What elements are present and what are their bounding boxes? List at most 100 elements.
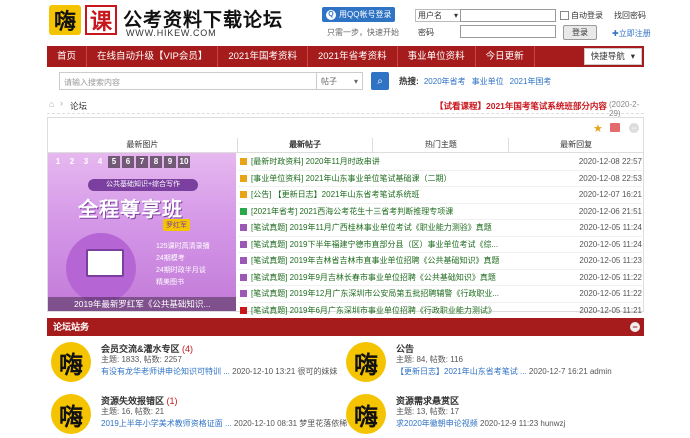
post-row[interactable]: [笔试真题] 2019下半年福建宁德市直部分县（区）事业单位考试《综... 202… [238,237,642,253]
post-date: 2020-12-05 11:24 [579,223,642,233]
nav-item-provincial-exam[interactable]: 2021年省考资料 [308,46,398,67]
promo-pager-item[interactable]: 5 [108,156,120,168]
hot-search-item[interactable]: 事业单位 [472,76,504,87]
promo-pager-item[interactable]: 6 [122,156,134,168]
forum-item[interactable]: 嗨资源需求悬赏区 主题: 13, 帖数: 17 求2020年徽朝申论视频 2020… [342,390,632,438]
post-date: 2020-12-08 22:57 [578,157,642,167]
promo-pager-item[interactable]: 7 [136,156,148,168]
promo-pager-item[interactable]: 10 [178,156,190,168]
post-title[interactable]: [笔试真题] 2019年12月广东深圳市公安局第五批招聘辅警《行政职业... [251,288,578,299]
post-title[interactable]: [笔试真题] 2019下半年福建宁德市直部分县（区）事业单位考试《综... [251,239,578,250]
promo-caption[interactable]: 2019年最新罗红军《公共基础知识... [48,297,236,311]
post-title[interactable]: [2021年省考] 2021西海公考花生十三省考判断推理专项课 [251,206,578,217]
nav-item-home[interactable]: 首页 [47,46,88,67]
post-title[interactable]: [笔试真题] 2019年9月吉林长春市事业单位招聘《公共基础知识》真题 [251,272,578,283]
promo-pager-item[interactable]: 9 [164,156,176,168]
hot-search-item[interactable]: 2020年省考 [424,76,466,87]
username-type-select[interactable]: 用户名 ▾ [415,9,461,22]
post-row[interactable]: [笔试真题] 2019年12月广东深圳市公安局第五批招聘辅警《行政职业... 20… [238,286,642,303]
post-row[interactable]: [笔试真题] 2019年9月吉林长春市事业单位招聘《公共基础知识》真题 2020-… [238,270,642,286]
collapse-icon[interactable]: − [630,322,640,332]
promo-pager-item[interactable]: 1 [52,156,64,168]
collapse-icon[interactable]: − [629,123,639,133]
nav-item-today-updates[interactable]: 今日更新 [476,46,535,67]
promo-pager-item[interactable]: 2 [66,156,78,168]
post-row[interactable]: [最新时政资料] 2020年11月时政串讲 2020-12-08 22:57 [238,154,642,171]
forum-item[interactable]: 嗨资源失效报错区 (1) 主题: 16, 帖数: 21 2019上半年小学美术教师资… [47,390,347,438]
forum-icon[interactable]: 嗨 [346,394,386,434]
promo-pager-item[interactable]: 4 [94,156,106,168]
hot-search-label: 热搜: [399,76,419,86]
auto-login[interactable]: 自动登录 [560,10,603,21]
main-nav: 首页 在线自动升级【VIP会员】 2021年国考资料 2021年省考资料 事业单… [47,46,644,67]
promo-pager: 1 2 3 4 5 6 7 8 9 10 [52,156,190,168]
promo-headline: 全程尊享班 [78,197,183,221]
forum-item[interactable]: 嗨公告 主题: 84, 帖数: 116 【更新日志】2021年山东省考笔试 ...… [342,338,632,386]
tab-hot-topics[interactable]: 热门主题 [373,138,510,152]
nav-item-vip[interactable]: 在线自动升级【VIP会员】 [87,46,219,67]
forum-icon[interactable]: 嗨 [51,394,91,434]
notice-date: (2020-2-29) [609,100,640,118]
password-input[interactable] [460,25,556,38]
post-row[interactable]: [笔试真题] 2019年11月广西桂林事业单位考试《职业能力测验》真题 2020-… [238,220,642,237]
quick-nav-button[interactable]: 快捷导航 ▾ [583,48,642,65]
forum-last-post-title[interactable]: 有没有龙华老师讲申论知识可特训 ... [101,367,230,376]
post-title[interactable]: [笔试真题] 2019年吉林省吉林市直事业单位招聘《公共基础知识》真题 [251,255,578,266]
forum-last-post-title[interactable]: 2019上半年小学美术教师资格证面 ... [101,419,232,428]
search-button[interactable]: ⌕ [371,72,389,90]
tab-latest-posts[interactable]: 最新帖子 [237,138,374,152]
qq-login-button[interactable]: Q 用QQ帐号登录 [322,7,396,22]
qq-icon: Q [326,9,336,20]
tab-latest-replies[interactable]: 最新回复 [509,138,643,152]
latest-panel: ★ − 最新图片 最新帖子 热门主题 最新回复 1 2 3 4 5 6 7 8 9 10 公共基础… [47,117,644,319]
tagline: 只需一步，快速开始 [327,28,399,37]
picture-icon[interactable] [610,123,620,132]
post-title[interactable]: [公告] 【更新日志】2021年山东省考笔试系统班 [251,189,578,200]
post-type-icon [240,207,247,215]
logo-ke[interactable]: 课 [85,5,117,35]
forum-icon[interactable]: 嗨 [346,342,386,382]
forum-last-post-info: 2020-12-10 13:21 很可的妹妹 [232,367,338,376]
post-title[interactable]: [笔试真题] 2019年11月广西桂林事业单位考试《职业能力测验》真题 [251,222,578,233]
post-row[interactable]: [笔试真题] 2019年6月广东深圳市事业单位招聘《行政职业能力测试》 2020-… [238,303,642,319]
promo-pager-item[interactable]: 8 [150,156,162,168]
forum-icon[interactable]: 嗨 [51,342,91,382]
post-row[interactable]: [事业单位资料] 2021年山东事业单位笔试基础课（二期） 2020-12-08 … [238,171,642,187]
password-label: 密码 [418,28,434,37]
post-title[interactable]: [最新时政资料] 2020年11月时政串讲 [251,156,578,167]
register-link[interactable]: ✚立即注册 [612,28,651,39]
post-type-icon [240,257,247,265]
forum-last-post-info: 2020-12-9 11:23 hunwzj [480,419,566,428]
post-row[interactable]: [公告] 【更新日志】2021年山东省考笔试系统班 2020-12-07 16:2… [238,187,642,204]
search-bar: 请输入搜索内容 帖子 ▾ ⌕ 热搜: 2020年省考 事业单位 2021年国考 [47,71,644,91]
home-icon[interactable]: ⌂ [49,99,54,109]
search-input[interactable]: 请输入搜索内容 [59,72,317,90]
promo-pager-item[interactable]: 3 [80,156,92,168]
promo-image[interactable]: 1 2 3 4 5 6 7 8 9 10 公共基础知识+综合写作 全程尊享班 罗红军 125课时高… [48,153,236,311]
post-title[interactable]: [事业单位资料] 2021年山东事业单位笔试基础课（二期） [251,173,578,184]
search-scope-select[interactable]: 帖子 ▾ [317,72,363,90]
post-title[interactable]: [笔试真题] 2019年6月广东深圳市事业单位招聘《行政职业能力测试》 [251,305,578,316]
nav-item-public-institution[interactable]: 事业单位资料 [398,46,476,67]
forum-last-post-info: 2020-12-7 16:21 admin [528,367,612,376]
tab-latest-images[interactable]: 最新图片 [48,138,238,152]
logo-hui[interactable]: 嗨 [49,5,81,35]
star-icon[interactable]: ★ [593,122,603,135]
auto-login-checkbox[interactable] [560,11,569,20]
username-input[interactable] [460,9,556,22]
login-button[interactable]: 登录 [563,25,597,40]
post-type-icon [240,273,247,281]
forum-last-post-info: 2020-12-10 08:31 梦里花落依稀 [233,419,348,428]
forum-last-post-title[interactable]: 求2020年徽朝申论视频 [396,419,478,428]
post-type-icon [240,240,247,248]
forum-last-post: 2019上半年小学美术教师资格证面 ... 2020-12-10 08:31 梦… [101,418,347,429]
post-row[interactable]: [2021年省考] 2021西海公考花生十三省考判断推理专项课 2020-12-0… [238,204,642,220]
forum-item[interactable]: 嗨会员交流&灌水专区 (4) 主题: 1833, 帖数: 2257 有没有龙华老师讲… [47,338,338,386]
nav-item-national-exam[interactable]: 2021年国考资料 [218,46,308,67]
forum-last-post-title[interactable]: 【更新日志】2021年山东省考笔试 ... [396,367,527,376]
notice-link[interactable]: 【试看课程】2021年国考笔试系统班部分内容 [435,100,607,112]
panel-tabs: 最新图片 最新帖子 热门主题 最新回复 [48,138,643,153]
post-row[interactable]: [笔试真题] 2019年吉林省吉林市直事业单位招聘《公共基础知识》真题 2020-… [238,253,642,270]
forgot-password-link[interactable]: 找回密码 [614,10,646,21]
hot-search-item[interactable]: 2021年国考 [510,76,552,87]
